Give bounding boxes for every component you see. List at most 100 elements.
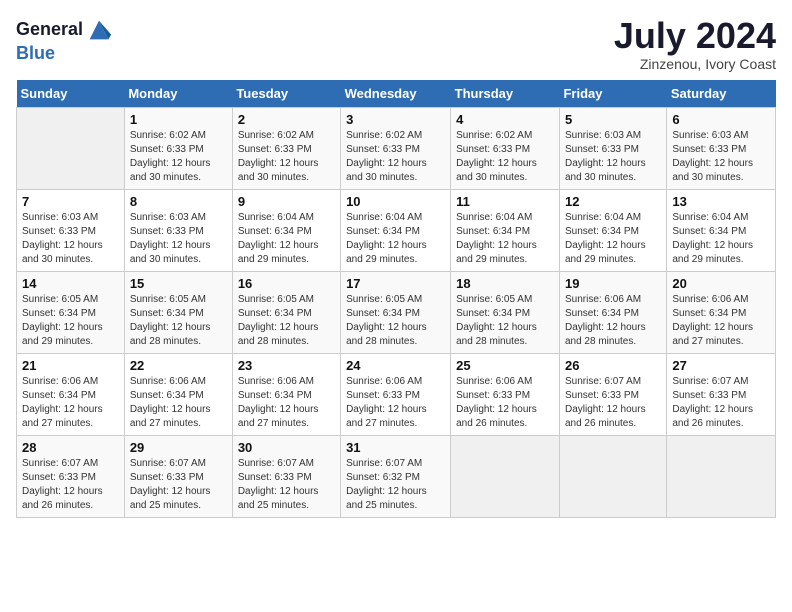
- day-number: 10: [346, 194, 445, 209]
- day-detail: Sunrise: 6:05 AM Sunset: 6:34 PM Dayligh…: [238, 293, 335, 349]
- header-wednesday: Wednesday: [341, 80, 451, 108]
- day-number: 2: [238, 112, 335, 127]
- logo-text: GeneralBlue: [16, 16, 113, 64]
- logo: GeneralBlue: [16, 16, 113, 64]
- calendar-cell: 22 Sunrise: 6:06 AM Sunset: 6:34 PM Dayli…: [124, 353, 232, 435]
- day-number: 21: [22, 358, 119, 373]
- calendar-cell: 29Sunrise: 6:07 AM Sunset: 6:33 PM Dayli…: [124, 435, 232, 517]
- calendar-cell: 17 Sunrise: 6:05 AM Sunset: 6:34 PM Dayli…: [341, 271, 451, 353]
- calendar-cell: 30Sunrise: 6:07 AM Sunset: 6:33 PM Dayli…: [232, 435, 340, 517]
- calendar-cell: 20 Sunrise: 6:06 AM Sunset: 6:34 PM Dayli…: [667, 271, 776, 353]
- day-detail: Sunrise: 6:04 AM Sunset: 6:34 PM Dayligh…: [346, 211, 445, 267]
- day-detail: Sunrise: 6:03 AM Sunset: 6:33 PM Dayligh…: [130, 211, 227, 267]
- day-detail: Sunrise: 6:04 AM Sunset: 6:34 PM Dayligh…: [238, 211, 335, 267]
- title-block: July 2024 Zinzenou, Ivory Coast: [614, 16, 776, 72]
- day-detail: Sunrise: 6:02 AM Sunset: 6:33 PM Dayligh…: [456, 129, 554, 185]
- day-number: 22: [130, 358, 227, 373]
- day-detail: Sunrise: 6:05 AM Sunset: 6:34 PM Dayligh…: [22, 293, 119, 349]
- calendar-cell: 12 Sunrise: 6:04 AM Sunset: 6:34 PM Dayli…: [559, 189, 666, 271]
- calendar-cell: 5 Sunrise: 6:03 AM Sunset: 6:33 PM Daylig…: [559, 107, 666, 189]
- month-title: July 2024: [614, 16, 776, 56]
- day-number: 28: [22, 440, 119, 455]
- day-number: 13: [672, 194, 770, 209]
- day-number: 24: [346, 358, 445, 373]
- page-header: GeneralBlue July 2024 Zinzenou, Ivory Co…: [16, 16, 776, 72]
- calendar-cell: 18Sunrise: 6:05 AM Sunset: 6:34 PM Dayli…: [451, 271, 560, 353]
- calendar-cell: [667, 435, 776, 517]
- day-number: 7: [22, 194, 119, 209]
- calendar-cell: 3Sunrise: 6:02 AM Sunset: 6:33 PM Daylig…: [341, 107, 451, 189]
- day-detail: Sunrise: 6:06 AM Sunset: 6:34 PM Dayligh…: [238, 375, 335, 431]
- day-detail: Sunrise: 6:04 AM Sunset: 6:34 PM Dayligh…: [672, 211, 770, 267]
- day-number: 14: [22, 276, 119, 291]
- day-detail: Sunrise: 6:05 AM Sunset: 6:34 PM Dayligh…: [346, 293, 445, 349]
- calendar-cell: 9 Sunrise: 6:04 AM Sunset: 6:34 PM Daylig…: [232, 189, 340, 271]
- calendar-cell: 13 Sunrise: 6:04 AM Sunset: 6:34 PM Dayli…: [667, 189, 776, 271]
- calendar-cell: 2 Sunrise: 6:02 AM Sunset: 6:33 PM Daylig…: [232, 107, 340, 189]
- day-detail: Sunrise: 6:02 AM Sunset: 6:33 PM Dayligh…: [130, 129, 227, 185]
- calendar-cell: 21 Sunrise: 6:06 AM Sunset: 6:34 PM Dayli…: [17, 353, 125, 435]
- day-detail: Sunrise: 6:07 AM Sunset: 6:33 PM Dayligh…: [130, 457, 227, 513]
- day-number: 31: [346, 440, 445, 455]
- calendar-cell: 28 Sunrise: 6:07 AM Sunset: 6:33 PM Dayli…: [17, 435, 125, 517]
- calendar-cell: 7Sunrise: 6:03 AM Sunset: 6:33 PM Daylig…: [17, 189, 125, 271]
- calendar-cell: 19Sunrise: 6:06 AM Sunset: 6:34 PM Dayli…: [559, 271, 666, 353]
- day-number: 17: [346, 276, 445, 291]
- day-detail: Sunrise: 6:07 AM Sunset: 6:33 PM Dayligh…: [238, 457, 335, 513]
- day-number: 8: [130, 194, 227, 209]
- day-detail: Sunrise: 6:06 AM Sunset: 6:34 PM Dayligh…: [565, 293, 661, 349]
- day-detail: Sunrise: 6:06 AM Sunset: 6:34 PM Dayligh…: [130, 375, 227, 431]
- day-detail: Sunrise: 6:02 AM Sunset: 6:33 PM Dayligh…: [346, 129, 445, 185]
- day-detail: Sunrise: 6:07 AM Sunset: 6:32 PM Dayligh…: [346, 457, 445, 513]
- day-number: 5: [565, 112, 661, 127]
- day-number: 12: [565, 194, 661, 209]
- day-detail: Sunrise: 6:03 AM Sunset: 6:33 PM Dayligh…: [565, 129, 661, 185]
- calendar-cell: 15 Sunrise: 6:05 AM Sunset: 6:34 PM Dayli…: [124, 271, 232, 353]
- calendar-cell: 31 Sunrise: 6:07 AM Sunset: 6:32 PM Dayli…: [341, 435, 451, 517]
- calendar-cell: 1Sunrise: 6:02 AM Sunset: 6:33 PM Daylig…: [124, 107, 232, 189]
- calendar-cell: [559, 435, 666, 517]
- calendar-cell: 24 Sunrise: 6:06 AM Sunset: 6:33 PM Dayli…: [341, 353, 451, 435]
- calendar-cell: [451, 435, 560, 517]
- day-number: 20: [672, 276, 770, 291]
- header-sunday: Sunday: [17, 80, 125, 108]
- calendar-cell: 25Sunrise: 6:06 AM Sunset: 6:33 PM Dayli…: [451, 353, 560, 435]
- day-number: 15: [130, 276, 227, 291]
- week-row-2: 7 Sunrise: 6:03 AM Sunset: 6:33 PM Daylig…: [17, 189, 776, 271]
- day-number: 11: [456, 194, 554, 209]
- day-detail: Sunrise: 6:04 AM Sunset: 6:34 PM Dayligh…: [565, 211, 661, 267]
- calendar-cell: 10 Sunrise: 6:04 AM Sunset: 6:34 PM Dayli…: [341, 189, 451, 271]
- calendar-cell: 27 Sunrise: 6:07 AM Sunset: 6:33 PM Dayli…: [667, 353, 776, 435]
- day-detail: Sunrise: 6:06 AM Sunset: 6:33 PM Dayligh…: [346, 375, 445, 431]
- header-friday: Friday: [559, 80, 666, 108]
- calendar-cell: 14 Sunrise: 6:05 AM Sunset: 6:34 PM Dayli…: [17, 271, 125, 353]
- day-detail: Sunrise: 6:07 AM Sunset: 6:33 PM Dayligh…: [672, 375, 770, 431]
- day-detail: Sunrise: 6:02 AM Sunset: 6:33 PM Dayligh…: [238, 129, 335, 185]
- calendar-table: SundayMondayTuesdayWednesdayThursdayFrid…: [16, 80, 776, 518]
- calendar-cell: 6 Sunrise: 6:03 AM Sunset: 6:33 PM Daylig…: [667, 107, 776, 189]
- day-detail: Sunrise: 6:05 AM Sunset: 6:34 PM Dayligh…: [130, 293, 227, 349]
- calendar-cell: 11Sunrise: 6:04 AM Sunset: 6:34 PM Dayli…: [451, 189, 560, 271]
- day-number: 9: [238, 194, 335, 209]
- day-detail: Sunrise: 6:06 AM Sunset: 6:33 PM Dayligh…: [456, 375, 554, 431]
- day-number: 6: [672, 112, 770, 127]
- day-number: 27: [672, 358, 770, 373]
- calendar-cell: 4Sunrise: 6:02 AM Sunset: 6:33 PM Daylig…: [451, 107, 560, 189]
- day-number: 26: [565, 358, 661, 373]
- day-number: 16: [238, 276, 335, 291]
- header-monday: Monday: [124, 80, 232, 108]
- day-detail: Sunrise: 6:03 AM Sunset: 6:33 PM Dayligh…: [672, 129, 770, 185]
- day-detail: Sunrise: 6:07 AM Sunset: 6:33 PM Dayligh…: [22, 457, 119, 513]
- location: Zinzenou, Ivory Coast: [614, 56, 776, 72]
- calendar-cell: 26 Sunrise: 6:07 AM Sunset: 6:33 PM Dayli…: [559, 353, 666, 435]
- day-detail: Sunrise: 6:06 AM Sunset: 6:34 PM Dayligh…: [22, 375, 119, 431]
- header-thursday: Thursday: [451, 80, 560, 108]
- day-detail: Sunrise: 6:06 AM Sunset: 6:34 PM Dayligh…: [672, 293, 770, 349]
- header-saturday: Saturday: [667, 80, 776, 108]
- day-detail: Sunrise: 6:07 AM Sunset: 6:33 PM Dayligh…: [565, 375, 661, 431]
- week-row-1: 1Sunrise: 6:02 AM Sunset: 6:33 PM Daylig…: [17, 107, 776, 189]
- calendar-cell: 23Sunrise: 6:06 AM Sunset: 6:34 PM Dayli…: [232, 353, 340, 435]
- day-detail: Sunrise: 6:05 AM Sunset: 6:34 PM Dayligh…: [456, 293, 554, 349]
- week-row-5: 28 Sunrise: 6:07 AM Sunset: 6:33 PM Dayli…: [17, 435, 776, 517]
- week-row-3: 14 Sunrise: 6:05 AM Sunset: 6:34 PM Dayli…: [17, 271, 776, 353]
